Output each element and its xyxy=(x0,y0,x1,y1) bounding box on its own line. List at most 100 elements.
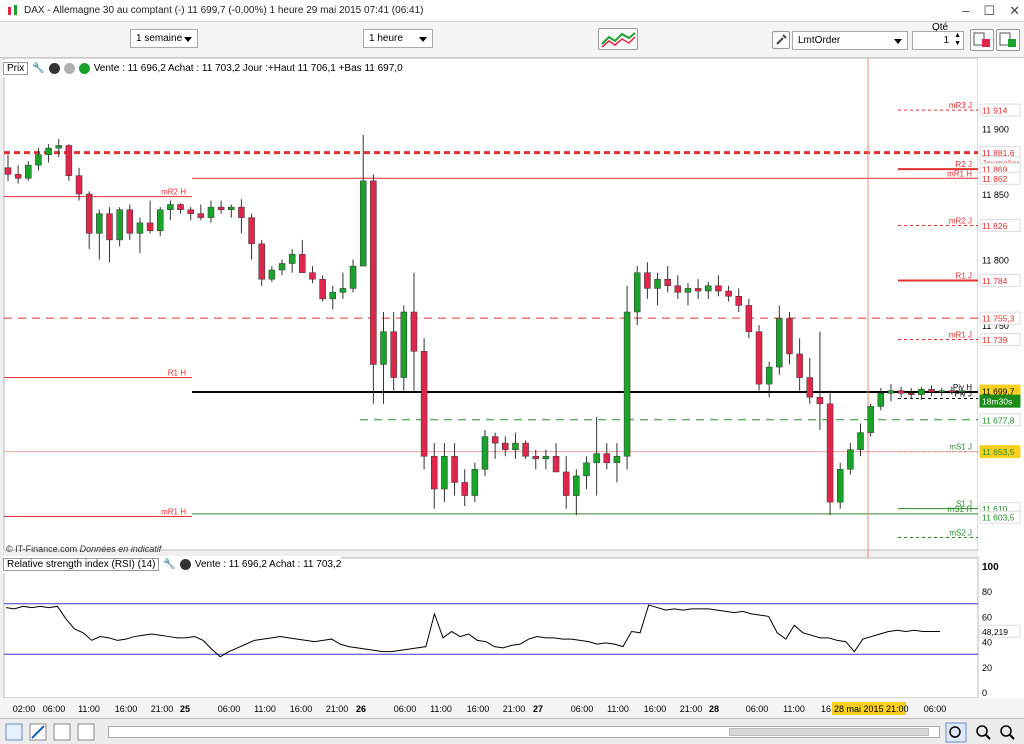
bullish-candle xyxy=(35,154,42,166)
bearish-candle xyxy=(928,389,935,393)
interval-dropdown[interactable]: 1 heure xyxy=(363,29,433,48)
settings-icon[interactable] xyxy=(63,63,75,74)
price-panel-header: Prix 🔧 Vente : 11 696,2 Achat : 11 703,2… xyxy=(3,60,403,77)
pivot-label: mR1 J xyxy=(949,331,972,340)
maximize-button[interactable]: ☐ xyxy=(983,3,995,19)
bearish-candle xyxy=(603,453,611,464)
bullish-candle xyxy=(573,475,580,496)
price-axis-tag-text: 11 862 xyxy=(982,174,1008,184)
title-bar: DAX - Allemagne 30 au comptant (-) 11 69… xyxy=(0,0,1024,22)
zoom-out-icon[interactable] xyxy=(1000,725,1015,740)
bearish-candle xyxy=(75,175,83,195)
chart-area[interactable]: 11 900 11 850 11 800 11 750 mR3 J R2 JmR1 HmR… xyxy=(0,57,1024,718)
sell-order-button[interactable] xyxy=(996,29,1020,51)
bearish-candle xyxy=(14,174,22,179)
pivot-label: R1 J xyxy=(956,272,972,281)
chart-canvas[interactable]: 11 90011 85011 80011 750mR3 JR2 JmR1 HmR… xyxy=(0,57,1024,718)
bullish-candle xyxy=(867,406,874,433)
zoom-tools xyxy=(945,722,1015,743)
bullish-candle xyxy=(339,288,347,293)
grid-icon[interactable] xyxy=(77,723,95,741)
rsi-current-value: 48,219 xyxy=(982,627,1008,637)
price-tick-label: 11 900 xyxy=(982,124,1009,134)
bearish-candle xyxy=(106,213,113,241)
data-source-note: © IT-Finance.com Données en indicatif xyxy=(6,544,161,554)
time-tick-label: 26 xyxy=(356,704,366,714)
bearish-candle xyxy=(431,455,438,490)
price-axis-tag-text: 11 653,5 xyxy=(982,447,1015,457)
time-tick-label: 16 xyxy=(821,704,831,714)
bearish-candle xyxy=(410,311,418,352)
close-icon[interactable] xyxy=(179,559,191,570)
bullish-candle xyxy=(776,318,783,368)
time-tick-label: 02:00 xyxy=(13,704,36,714)
bullish-candle xyxy=(877,393,885,407)
stepper-arrows-icon[interactable]: ▲ ▼ xyxy=(954,32,961,48)
time-tick-label: 11:00 xyxy=(430,704,452,714)
bullish-candle xyxy=(156,209,164,231)
bearish-candle xyxy=(217,206,225,210)
period-dropdown[interactable]: 1 semaine xyxy=(130,29,198,48)
bearish-candle xyxy=(319,278,326,300)
bullish-candle xyxy=(116,209,123,241)
price-axis-tag-text: 11 739 xyxy=(982,335,1008,345)
bearish-candle xyxy=(522,442,529,457)
order-settings-button[interactable] xyxy=(772,31,790,49)
bearish-candle xyxy=(664,278,671,287)
pivot-label: mS1 H xyxy=(948,505,973,514)
bearish-candle xyxy=(126,209,134,234)
visibility-icon[interactable] xyxy=(78,63,90,74)
time-tick-label: 06:00 xyxy=(924,704,947,714)
buy-order-button[interactable] xyxy=(970,29,994,51)
bearish-candle xyxy=(755,331,763,385)
bearish-candle xyxy=(674,285,682,293)
trendline-tool-icon[interactable] xyxy=(29,723,47,741)
calculator-icon[interactable] xyxy=(53,723,71,741)
order-type-dropdown[interactable]: LmtOrder xyxy=(792,31,908,50)
bearish-candle xyxy=(85,193,93,234)
bullish-candle xyxy=(938,390,945,393)
wrench-icon[interactable]: 🔧 xyxy=(32,63,44,74)
bullish-candle xyxy=(228,206,235,210)
line-chart-icon xyxy=(601,32,636,48)
pivot-label: mR2 H xyxy=(161,188,186,197)
zoom-fit-icon[interactable] xyxy=(945,722,967,743)
time-tick-label: 06:00 xyxy=(394,704,417,714)
rsi-tick-label: 20 xyxy=(982,663,992,673)
chart-type-button[interactable] xyxy=(598,28,638,50)
time-tick-label: 11:00 xyxy=(607,704,629,714)
pivot-label: R2 J xyxy=(956,160,972,169)
time-tick-label: 16:00 xyxy=(115,704,138,714)
bullish-candle xyxy=(288,254,296,264)
bullish-candle xyxy=(654,278,661,289)
bearish-candle xyxy=(948,390,956,393)
bearish-candle xyxy=(146,222,154,231)
bearish-candle xyxy=(420,351,428,457)
close-button[interactable]: ✕ xyxy=(1009,3,1020,19)
scrollbar-thumb[interactable] xyxy=(729,728,929,736)
bearish-candle xyxy=(461,482,468,496)
bullish-candle xyxy=(55,145,62,149)
rsi-tick-label: 80 xyxy=(982,587,992,597)
wrench-icon[interactable]: 🔧 xyxy=(163,559,175,570)
time-tick-label: 06:00 xyxy=(218,704,241,714)
rsi-panel-bg xyxy=(3,557,979,699)
chevron-down-icon xyxy=(894,39,902,44)
minimize-button[interactable]: – xyxy=(962,3,969,19)
cursor-tool-icon[interactable] xyxy=(5,723,23,741)
chevron-down-icon xyxy=(419,37,427,42)
time-tick-label: 21:00 xyxy=(680,704,703,714)
zoom-in-icon[interactable] xyxy=(976,725,991,740)
buy-order-icon xyxy=(973,32,990,47)
time-tick-label: 06:00 xyxy=(571,704,594,714)
chevron-down-icon xyxy=(184,37,192,42)
close-icon[interactable] xyxy=(48,63,60,74)
bearish-candle xyxy=(370,180,377,365)
quantity-stepper[interactable]: 1 ▲ ▼ xyxy=(912,31,964,50)
rsi-tick-label: 60 xyxy=(982,612,992,622)
pivot-label: mR1 H xyxy=(161,508,186,517)
quantity-value: 1 xyxy=(943,35,949,46)
bullish-candle xyxy=(278,263,286,271)
bearish-candle xyxy=(908,393,915,395)
time-scrollbar[interactable] xyxy=(108,726,940,738)
